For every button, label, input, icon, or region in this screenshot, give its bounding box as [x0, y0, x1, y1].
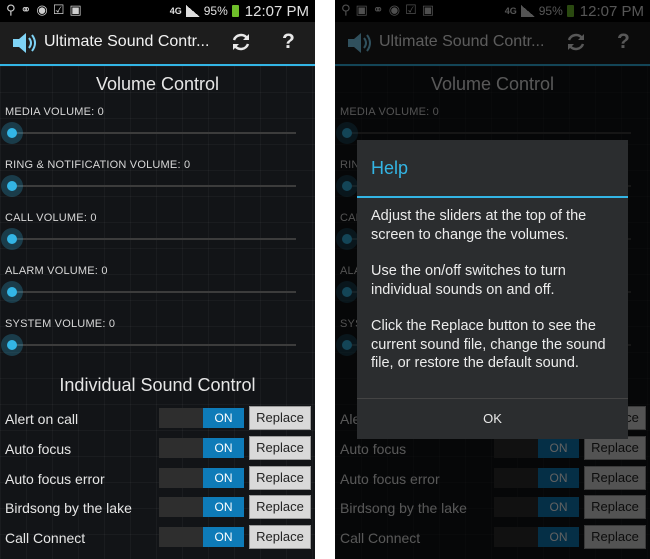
content-area: Volume Control MEDIA VOLUME: 0 RING & NO…: [0, 66, 315, 559]
slider-thumb[interactable]: [1, 228, 23, 250]
call-volume-label: CALL VOLUME: 0: [5, 212, 97, 224]
replace-button[interactable]: Replace: [249, 466, 311, 490]
phone-screen-help: ⚲▣⚭◉☑▣ 4G 95% 12:07 PM Ultimate Sound Co…: [335, 0, 650, 559]
app-title: Ultimate Sound Contr...: [44, 33, 210, 50]
sound-row: Call Connect ON Replace: [0, 524, 315, 554]
replace-button[interactable]: Replace: [249, 406, 311, 430]
volume-section-title: Volume Control: [95, 74, 220, 94]
media-volume-label: MEDIA VOLUME: 0: [5, 106, 104, 118]
help-text: Click the Replace button to see the curr…: [371, 318, 606, 371]
sound-name: Birdsong by the lake: [5, 500, 132, 516]
sound-row: Auto focus error ON Replace: [0, 465, 315, 495]
sound-name: Alert on call: [5, 411, 79, 427]
slider-thumb[interactable]: [1, 175, 23, 197]
call-volume-slider[interactable]: [0, 227, 300, 251]
replace-button[interactable]: Replace: [249, 436, 311, 460]
help-text: Use the on/off switches to turn individu…: [371, 263, 566, 298]
dialog-body: Adjust the sliders at the top of the scr…: [371, 207, 621, 391]
alarm-volume-slider[interactable]: [0, 280, 300, 304]
battery-percent: 95%: [203, 4, 228, 18]
ring-volume-label: RING & NOTIFICATION VOLUME: 0: [5, 159, 191, 171]
dialog-title: Help: [371, 158, 409, 178]
status-time: 12:07 PM: [244, 2, 309, 20]
system-volume-slider[interactable]: [0, 333, 300, 357]
sound-toggle[interactable]: ON: [159, 527, 244, 547]
help-dialog: Help Adjust the sliders at the top of th…: [357, 140, 628, 439]
refresh-icon[interactable]: [230, 31, 252, 53]
help-icon[interactable]: ?: [282, 30, 295, 54]
system-volume-label: SYSTEM VOLUME: 0: [5, 318, 116, 330]
slider-thumb[interactable]: [1, 281, 23, 303]
help-text: Adjust the sliders at the top of the scr…: [371, 208, 587, 243]
sound-name: Call Connect: [5, 530, 86, 546]
sound-row: Birdsong by the lake ON Replace: [0, 494, 315, 524]
sound-toggle[interactable]: ON: [159, 408, 244, 428]
slider-thumb[interactable]: [1, 334, 23, 356]
sound-toggle[interactable]: ON: [159, 468, 244, 488]
sound-name: Auto focus error: [5, 471, 105, 487]
ok-button[interactable]: OK: [357, 399, 628, 439]
alarm-volume-label: ALARM VOLUME: 0: [5, 265, 108, 277]
notification-icons: ⚲⚭◉☑▣: [6, 3, 87, 18]
dialog-divider: [357, 196, 628, 198]
sound-section-title: Individual Sound Control: [59, 375, 256, 395]
ring-volume-slider[interactable]: [0, 174, 300, 198]
slider-thumb[interactable]: [1, 122, 23, 144]
phone-screen-main: ⚲⚭◉☑▣ 4G 95% 12:07 PM Ultimate Sound Con…: [0, 0, 315, 559]
status-bar: ⚲⚭◉☑▣ 4G 95% 12:07 PM: [0, 0, 315, 22]
media-volume-slider[interactable]: [0, 121, 300, 145]
network-type: 4G: [169, 6, 182, 16]
sound-toggle[interactable]: ON: [159, 497, 244, 517]
sound-row: Auto focus ON Replace: [0, 435, 315, 465]
speaker-icon: [13, 33, 36, 53]
replace-button[interactable]: Replace: [249, 495, 311, 519]
sound-name: Auto focus: [5, 441, 72, 457]
battery-icon: [231, 5, 239, 17]
replace-button[interactable]: Replace: [249, 525, 311, 549]
action-bar: Ultimate Sound Contr... ?: [0, 22, 315, 66]
signal-icon: [185, 5, 200, 17]
sound-row: Alert on call ON Replace: [0, 405, 315, 435]
sound-toggle[interactable]: ON: [159, 438, 244, 458]
